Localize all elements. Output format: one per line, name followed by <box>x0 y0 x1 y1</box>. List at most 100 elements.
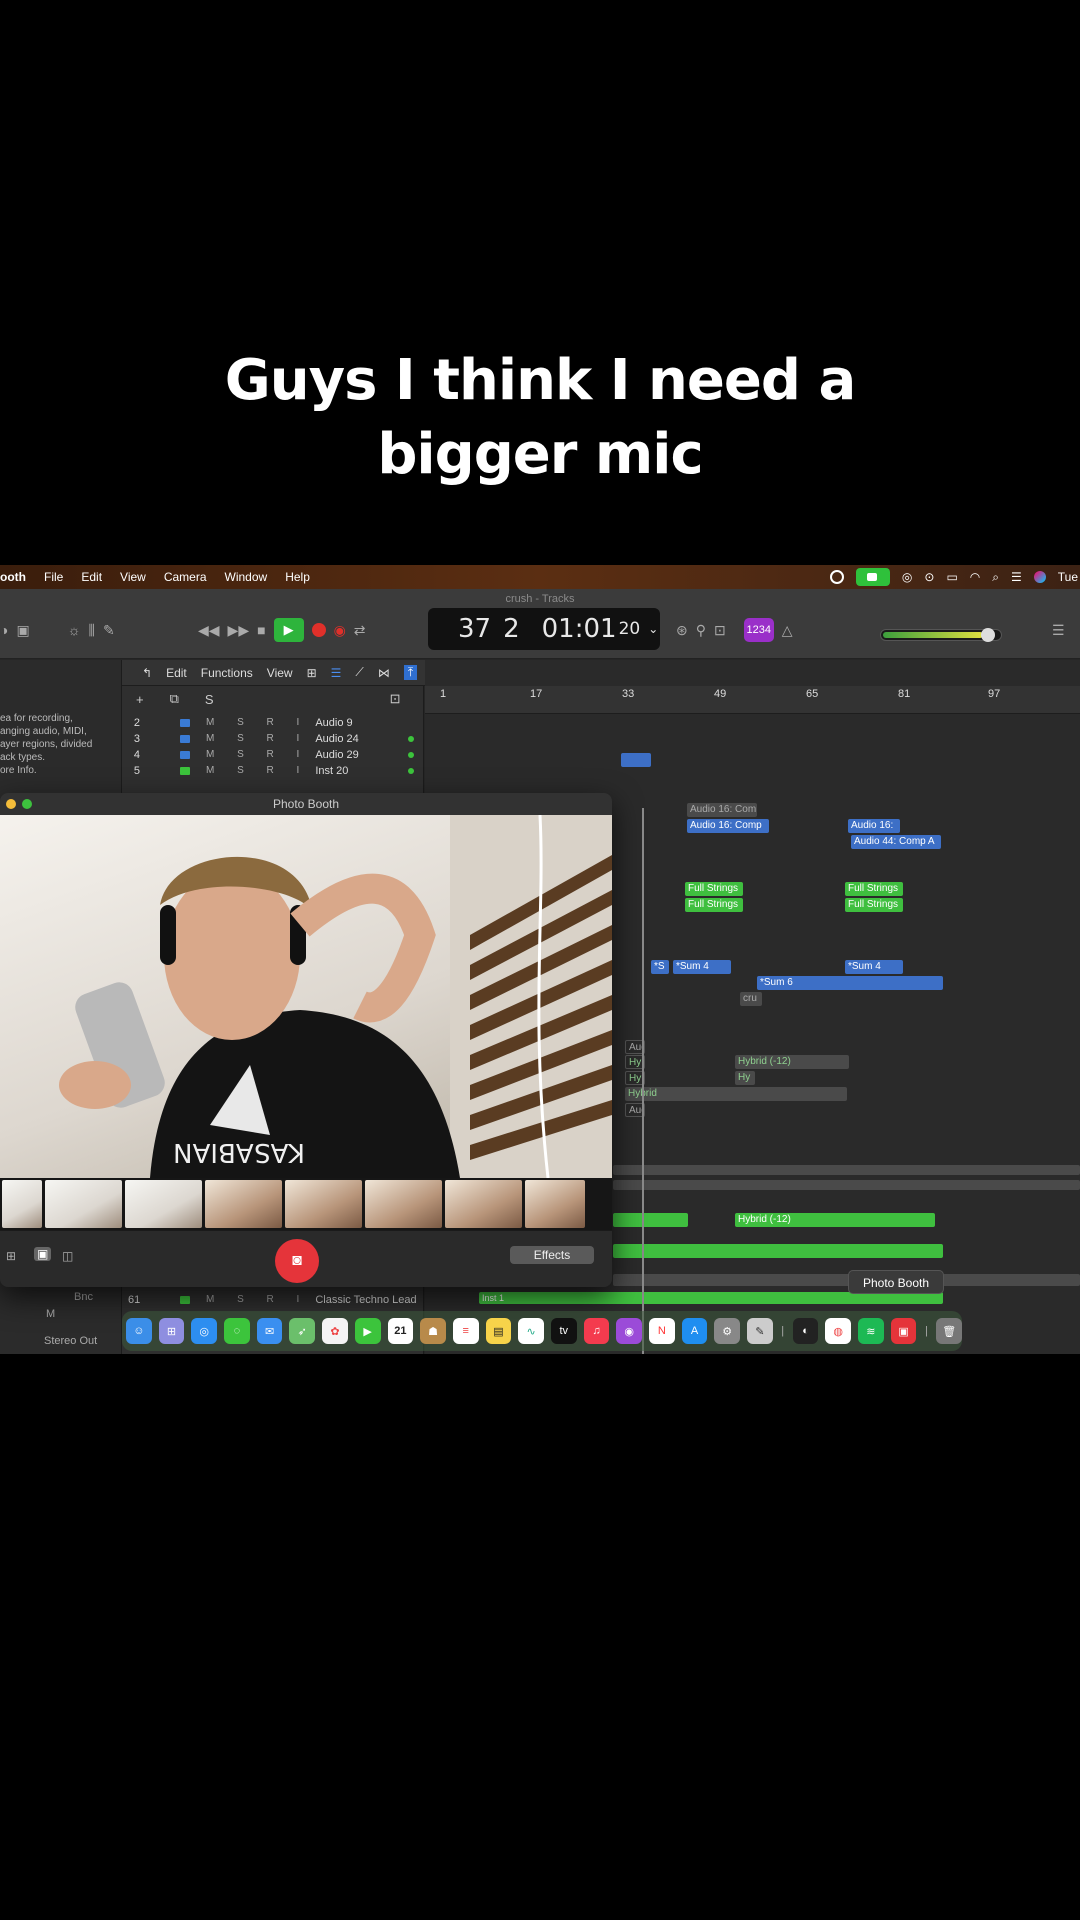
menu-help[interactable]: Help <box>285 570 310 584</box>
region[interactable]: Full Strings <box>685 882 743 896</box>
lcd-display[interactable]: 37 2 01:01 20 ⌄ <box>428 608 660 650</box>
track-name[interactable]: Audio 29 <box>315 749 358 761</box>
track-controls[interactable]: M S R I <box>206 765 309 776</box>
grid-view-icon[interactable]: ⊞ <box>6 1249 16 1263</box>
region[interactable]: Full Strings <box>845 882 903 896</box>
duplicate-track-icon[interactable]: ⧉ <box>170 691 179 707</box>
menu-window[interactable]: Window <box>225 570 268 584</box>
apple-tv-icon[interactable]: tv <box>550 1318 577 1344</box>
minimize-button[interactable] <box>6 799 16 809</box>
track-controls[interactable]: M S R I <box>206 717 309 728</box>
track-row[interactable]: 2 M S R I Audio 9 <box>122 715 424 730</box>
photo-thumbnail[interactable] <box>285 1180 362 1228</box>
effects-button[interactable]: Effects <box>510 1246 594 1264</box>
chrome-icon[interactable]: ◍ <box>825 1318 852 1344</box>
safari-icon[interactable]: ◎ <box>191 1318 218 1344</box>
photo-thumbnail[interactable] <box>445 1180 522 1228</box>
smart-controls-icon[interactable]: ☼ <box>68 622 81 638</box>
automation-icon[interactable]: ⟋ <box>355 665 363 680</box>
news-icon[interactable]: N <box>649 1318 675 1344</box>
music-icon[interactable]: ♫ <box>583 1318 610 1344</box>
region[interactable]: *Sum 6 <box>757 976 943 990</box>
single-photo-icon[interactable]: ▣ <box>34 1247 52 1261</box>
system-settings-icon[interactable]: ⚙ <box>714 1318 741 1344</box>
notes-icon[interactable]: ▤ <box>485 1318 512 1344</box>
region[interactable] <box>613 1274 1080 1286</box>
global-solo-button[interactable]: S <box>205 692 214 707</box>
catch-icon[interactable]: ⊡ <box>390 691 401 707</box>
track-row-bottom[interactable]: 61 M S R I Classic Techno Lead <box>122 1292 424 1307</box>
record-button[interactable] <box>311 623 326 637</box>
region[interactable]: Hybrid <box>625 1087 847 1101</box>
track-row[interactable]: 3 M S R I Audio 24 <box>122 731 424 746</box>
contacts-icon[interactable]: ☗ <box>420 1318 446 1344</box>
photo-thumbnail[interactable] <box>525 1180 585 1228</box>
edit-menu[interactable]: Edit <box>166 666 187 680</box>
region[interactable]: Hybrid (-12) <box>735 1055 849 1069</box>
menu-camera[interactable]: Camera <box>164 570 207 584</box>
trash-icon[interactable]: 🗑 <box>936 1318 963 1344</box>
track-controls[interactable]: M S R I <box>206 1294 309 1305</box>
editors-icon[interactable]: ✎ <box>103 622 115 639</box>
playhead[interactable] <box>642 808 644 1354</box>
play-button[interactable]: ▶ <box>273 618 304 642</box>
track-name[interactable]: Classic Techno Lead <box>315 1294 416 1306</box>
region[interactable]: Hybrid (-12) <box>735 1213 935 1227</box>
photo-thumbnail[interactable] <box>205 1180 282 1228</box>
video-mode-icon[interactable]: ◫ <box>62 1249 73 1263</box>
photo-filmstrip[interactable] <box>0 1178 612 1230</box>
creative-cloud-icon[interactable]: ◎ <box>902 570 912 584</box>
freeform-icon[interactable]: ∿ <box>518 1318 544 1344</box>
inspector-icon[interactable]: ▣ <box>16 622 29 639</box>
region[interactable]: Full Strings <box>685 898 743 912</box>
camera-in-use-icon[interactable] <box>855 568 890 586</box>
library-icon[interactable]: ◑ <box>0 622 8 638</box>
launchpad-icon[interactable]: ⊞ <box>158 1318 185 1344</box>
photo-thumbnail[interactable] <box>125 1180 202 1228</box>
region[interactable]: *Sum 4 <box>673 960 731 974</box>
list-editors-icon[interactable]: ☰ <box>1052 622 1065 639</box>
menu-file[interactable]: File <box>44 570 63 584</box>
mail-icon[interactable]: ✉ <box>256 1318 283 1344</box>
reminders-icon[interactable]: ≡ <box>452 1318 479 1344</box>
catch-playhead-icon[interactable]: ⤒ <box>403 665 418 680</box>
take-photo-button[interactable]: ◙ <box>275 1239 319 1283</box>
track-name[interactable]: Audio 9 <box>315 717 352 729</box>
track-row[interactable]: 4 M S R I Audio 29 <box>122 747 424 762</box>
photo-booth-icon[interactable]: ▣ <box>890 1318 917 1344</box>
track-row[interactable]: 5 M S R I Inst 20 <box>122 763 424 778</box>
play-status-icon[interactable]: ⊙ <box>924 570 934 584</box>
siri-icon[interactable] <box>1033 571 1046 583</box>
menu-view[interactable]: View <box>120 570 146 584</box>
flex-icon[interactable]: ⋈ <box>378 666 390 680</box>
menu-edit[interactable]: Edit <box>81 570 102 584</box>
region[interactable]: Hy <box>735 1071 755 1085</box>
volume-knob[interactable] <box>981 628 995 642</box>
menu-clock[interactable]: Tue <box>1058 570 1078 584</box>
back-icon[interactable]: ↰ <box>142 666 152 680</box>
region[interactable] <box>613 1244 943 1258</box>
control-center-icon[interactable]: ☰ <box>1011 570 1022 584</box>
maps-icon[interactable]: ➶ <box>289 1318 316 1344</box>
messages-icon[interactable]: ◌ <box>224 1318 250 1344</box>
region[interactable]: Audio 44: Comp A <box>851 835 941 849</box>
app-store-icon[interactable]: A <box>681 1318 708 1344</box>
region[interactable]: Audio 16: <box>848 819 900 833</box>
region[interactable]: *Sum 4 <box>845 960 903 974</box>
region[interactable] <box>613 1165 1080 1175</box>
calendar-icon[interactable]: 21 <box>387 1318 414 1344</box>
region[interactable]: Audio 16: Comp <box>687 819 769 833</box>
photo-thumbnail[interactable] <box>2 1180 42 1228</box>
battery-icon[interactable]: ▭ <box>946 570 957 584</box>
view-menu[interactable]: View <box>267 666 293 680</box>
grid-view-icon[interactable]: ⊞ <box>307 666 317 680</box>
track-name[interactable]: Inst 20 <box>315 765 348 777</box>
logic-pro-icon[interactable]: ◐ <box>792 1318 819 1344</box>
add-track-button[interactable]: + <box>136 692 144 707</box>
app-menu[interactable]: ooth <box>0 570 26 584</box>
pages-icon[interactable]: ✎ <box>747 1318 773 1344</box>
lcd-chevron-down-icon[interactable]: ⌄ <box>648 622 658 636</box>
region[interactable]: Full Strings <box>845 898 903 912</box>
region[interactable]: Audio 16: Com <box>687 803 757 817</box>
master-volume-slider[interactable] <box>880 628 1002 642</box>
